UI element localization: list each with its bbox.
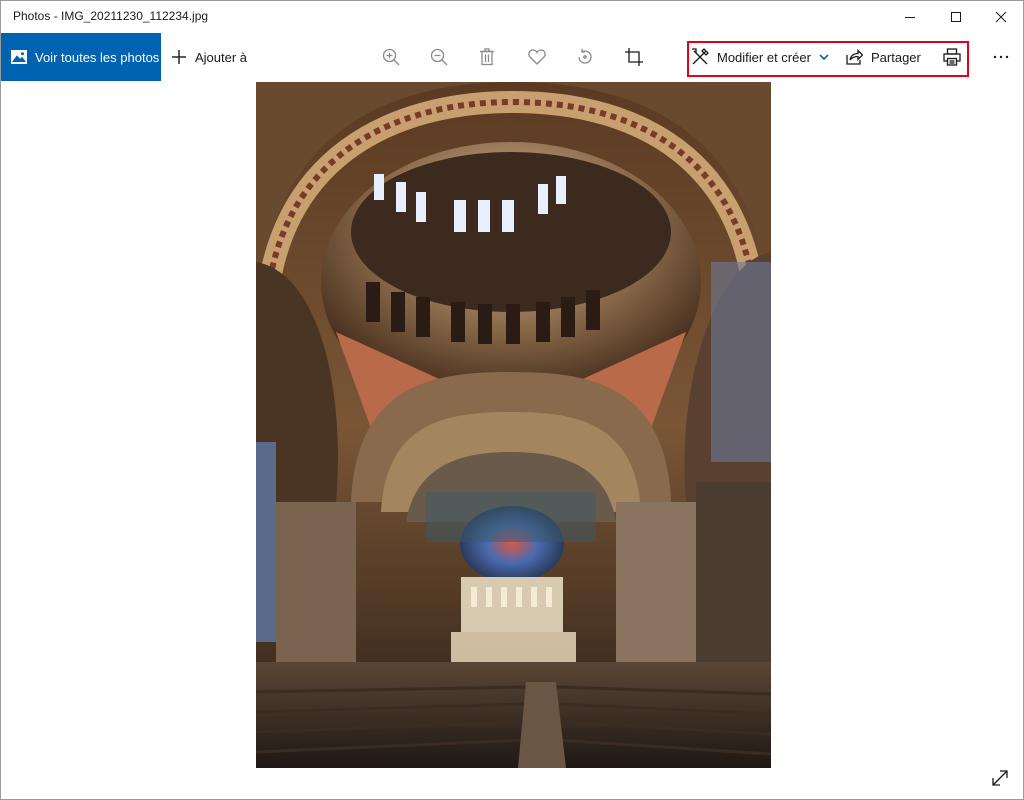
see-all-photos-label: Voir toutes les photos bbox=[35, 49, 160, 65]
more-icon bbox=[993, 55, 1009, 59]
share-button[interactable]: Partager bbox=[845, 33, 921, 81]
more-options-button[interactable] bbox=[983, 33, 1019, 81]
zoom-out-button[interactable] bbox=[419, 33, 459, 81]
minimize-icon bbox=[905, 17, 915, 18]
window-title: Photos - IMG_20211230_112234.jpg bbox=[13, 9, 209, 23]
crop-button[interactable] bbox=[614, 33, 654, 81]
basilica-interior-photo bbox=[256, 82, 771, 768]
favorite-heart-icon bbox=[528, 49, 546, 65]
edit-create-icon bbox=[692, 48, 709, 65]
maximize-button[interactable] bbox=[933, 1, 979, 33]
see-all-photos-button[interactable]: Voir toutes les photos bbox=[1, 33, 161, 81]
title-bar: Photos - IMG_20211230_112234.jpg bbox=[1, 1, 1023, 33]
edit-and-create-button[interactable]: Modifier et créer bbox=[691, 33, 829, 81]
close-icon bbox=[995, 11, 1007, 23]
photos-app-window: Photos - IMG_20211230_112234.jpg Voir to… bbox=[0, 0, 1024, 800]
add-to-label: Ajouter à bbox=[195, 49, 248, 65]
zoom-in-button[interactable] bbox=[371, 33, 411, 81]
crop-icon bbox=[625, 48, 643, 66]
fullscreen-button[interactable] bbox=[987, 765, 1013, 791]
close-button[interactable] bbox=[978, 1, 1024, 33]
share-icon bbox=[846, 49, 863, 65]
chevron-down-icon bbox=[819, 54, 829, 61]
print-button[interactable] bbox=[937, 33, 967, 81]
zoom-out-icon bbox=[430, 48, 448, 66]
favorite-button[interactable] bbox=[517, 33, 557, 81]
zoom-in-icon bbox=[382, 48, 400, 66]
maximize-icon bbox=[951, 12, 961, 22]
fullscreen-expand-icon bbox=[992, 770, 1008, 786]
print-icon bbox=[943, 48, 961, 66]
delete-icon bbox=[480, 48, 494, 66]
add-to-button[interactable]: Ajouter à bbox=[171, 33, 247, 81]
rotate-icon bbox=[578, 48, 592, 64]
delete-button[interactable] bbox=[467, 33, 507, 81]
share-label: Partager bbox=[871, 49, 921, 65]
minimize-button[interactable] bbox=[887, 1, 933, 33]
photo-image bbox=[256, 82, 771, 768]
edit-and-create-label: Modifier et créer bbox=[717, 49, 811, 65]
plus-icon bbox=[172, 50, 186, 64]
photos-app-icon bbox=[11, 50, 27, 64]
rotate-button[interactable] bbox=[565, 33, 605, 81]
